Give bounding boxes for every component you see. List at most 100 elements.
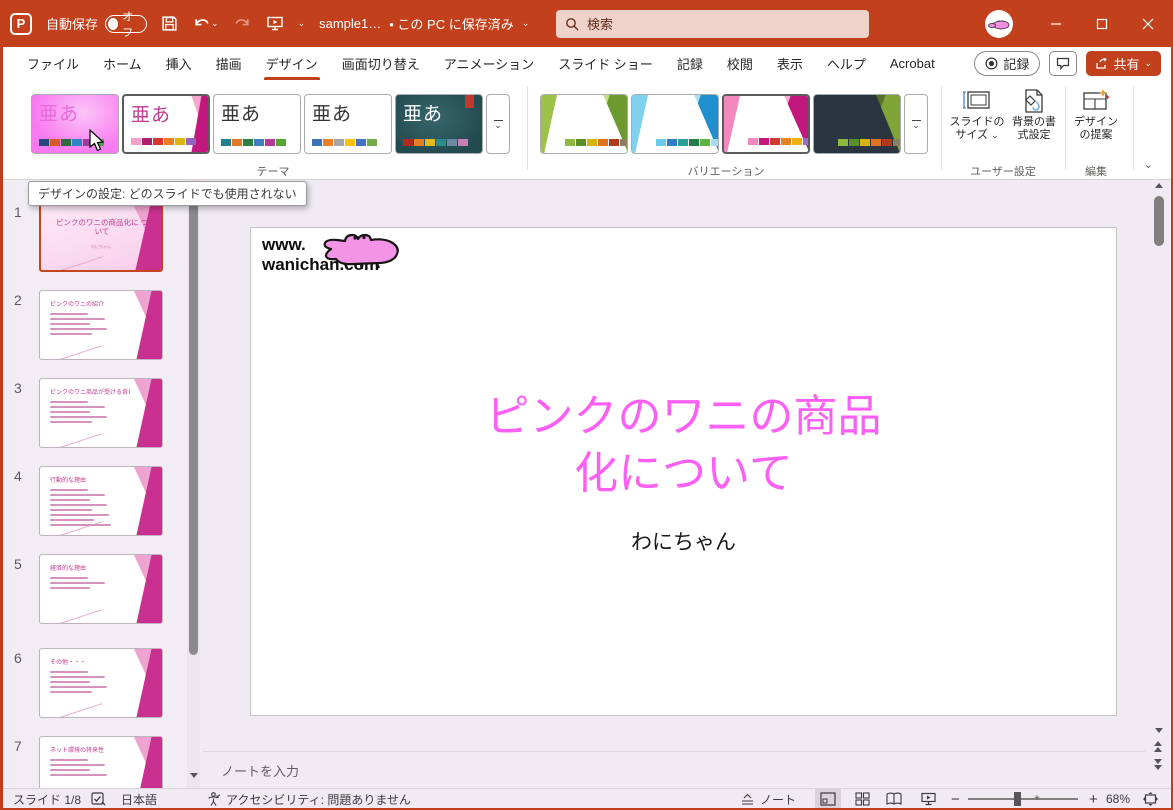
autosave-toggle[interactable]: 自動保存 オフ	[46, 11, 148, 39]
filename: sample1…	[319, 16, 382, 31]
tab-ホーム[interactable]: ホーム	[91, 47, 154, 80]
thumbnail-bullets	[50, 577, 162, 589]
slide-thumbnail-1[interactable]: ピンクのワニの商品化に ついて わにちゃん	[39, 202, 163, 272]
theme-swatches	[131, 138, 196, 145]
group-separator	[1065, 86, 1066, 170]
autosave-switch[interactable]: オフ	[105, 11, 148, 39]
save-icon[interactable]	[161, 15, 178, 32]
notes-pane[interactable]: ノートを入力	[203, 751, 1145, 790]
tab-ファイル[interactable]: ファイル	[15, 47, 91, 80]
close-button[interactable]	[1125, 0, 1171, 47]
wanichan-logo[interactable]: www. wanichan.com	[262, 233, 399, 275]
undo-icon[interactable]: ⌄	[192, 15, 219, 32]
thumbnail-scrollbar[interactable]	[187, 180, 200, 790]
record-button[interactable]: 記録	[974, 51, 1041, 76]
tab-画面切り替え[interactable]: 画面切り替え	[330, 47, 432, 80]
slide-thumbnail-6[interactable]: その他・・・	[39, 648, 163, 718]
slide-thumbnail-4[interactable]: 行動的な理由	[39, 466, 163, 536]
customize-qat-icon[interactable]: ⌄	[298, 18, 306, 29]
tab-表示[interactable]: 表示	[765, 47, 815, 80]
previous-slide-button[interactable]	[1154, 741, 1162, 752]
proofing-icon[interactable]	[91, 789, 106, 809]
slide-sorter-view-button[interactable]	[849, 789, 875, 808]
zoom-slider[interactable]: +	[968, 789, 1078, 809]
tab-描画[interactable]: 描画	[204, 47, 254, 80]
powerpoint-app-icon[interactable]: P	[10, 12, 32, 35]
titlebar-right	[985, 0, 1171, 47]
maximize-button[interactable]	[1079, 0, 1125, 47]
design-ideas-label-2: の提案	[1079, 129, 1113, 141]
slide-thumbnail-row: 4 行動的な理由	[3, 466, 187, 536]
document-title[interactable]: sample1… • この PC に保存済み ⌄	[319, 14, 529, 33]
tab-Acrobat[interactable]: Acrobat	[878, 47, 947, 80]
thumbnail-title: ピンクのワニ商品が受ける背景	[50, 390, 130, 396]
format-background-button[interactable]: 背景の書 式設定	[1006, 88, 1062, 142]
zoom-level[interactable]: 68%	[1106, 789, 1130, 809]
variation-pink-selected[interactable]	[722, 94, 810, 154]
scroll-up-icon[interactable]	[1155, 183, 1163, 188]
collapse-ribbon-icon[interactable]: ⌄	[1144, 158, 1153, 171]
accessibility-icon[interactable]	[207, 789, 220, 809]
normal-view-button[interactable]	[815, 789, 841, 808]
scroll-down-icon[interactable]	[190, 773, 198, 778]
search-input[interactable]	[587, 16, 837, 32]
scrollbar-thumb[interactable]	[1154, 196, 1164, 246]
zoom-in-button[interactable]: +	[1089, 789, 1098, 809]
zoom-track[interactable]: +	[968, 792, 1078, 806]
theme-3[interactable]: 亜あ	[213, 94, 301, 154]
comments-button[interactable]	[1049, 51, 1078, 76]
theme-5[interactable]: 亜あ	[395, 94, 483, 154]
next-slide-button[interactable]	[1154, 759, 1162, 770]
slideshow-view-button[interactable]	[915, 789, 941, 808]
slide-size-button[interactable]: スライドの サイズ ⌄	[949, 88, 1005, 142]
theme-wisp-selected[interactable]: 亜あ	[122, 94, 210, 154]
thumbnail-title: 経済的な理由	[50, 566, 87, 572]
start-slideshow-icon[interactable]	[266, 15, 284, 32]
theme-4[interactable]: 亜あ	[304, 94, 392, 154]
design-ideas-button[interactable]: デザイン の提案	[1068, 88, 1124, 142]
editor-scrollbar[interactable]	[1152, 181, 1166, 781]
slide-subtitle[interactable]: わにちゃん	[251, 526, 1116, 556]
tab-記録[interactable]: 記録	[665, 47, 715, 80]
tab-ヘルプ[interactable]: ヘルプ	[815, 47, 878, 80]
language-indicator[interactable]: 日本語	[121, 789, 157, 809]
tab-アニメーション[interactable]: アニメーション	[432, 47, 546, 80]
user-avatar[interactable]	[985, 9, 1013, 38]
scrollbar-thumb[interactable]	[189, 195, 198, 655]
accessibility-status[interactable]: アクセシビリティ: 問題ありません	[226, 789, 411, 809]
slide-title-line-2: 化について	[574, 449, 793, 498]
slide-thumbnail-7[interactable]: ネット環境の将来性	[39, 736, 163, 788]
title-dropdown-icon[interactable]: ⌄	[522, 18, 530, 29]
themes-more-button[interactable]: ⌄	[486, 94, 510, 154]
notes-toggle-button[interactable]: ノート	[740, 789, 796, 809]
reading-view-button[interactable]	[881, 789, 907, 808]
slide-canvas[interactable]: www. wanichan.com ピンクのワニの商品 化について わにちゃん	[250, 227, 1117, 716]
share-button[interactable]: 共有 ⌄	[1086, 51, 1161, 76]
slide-thumbnail-3[interactable]: ピンクのワニ商品が受ける背景	[39, 378, 163, 448]
undo-dropdown-icon[interactable]: ⌄	[211, 18, 219, 29]
zoom-out-button[interactable]: −	[951, 789, 960, 809]
share-dropdown-icon[interactable]: ⌄	[1144, 58, 1152, 69]
tab-スライド ショー[interactable]: スライド ショー	[546, 47, 665, 80]
notes-toggle-label: ノート	[760, 792, 797, 807]
tab-デザイン[interactable]: デザイン	[254, 47, 330, 80]
theme-swatches	[403, 139, 468, 146]
tab-校閲[interactable]: 校閲	[715, 47, 765, 80]
slide-thumbnail-2[interactable]: ピンクのワニの紹介	[39, 290, 163, 360]
variation-dark[interactable]	[813, 94, 901, 154]
ribbon-tab-row: ファイル ホーム 挿入 描画 デザイン 画面切り替え アニメーション スライド ショー 記録 校閲…	[3, 47, 1171, 80]
scroll-down-icon[interactable]	[1155, 728, 1163, 733]
fit-to-window-button[interactable]	[1143, 789, 1158, 809]
minimize-button[interactable]	[1033, 0, 1079, 47]
zoom-notch: +	[1034, 793, 1040, 804]
variation-blue[interactable]	[631, 94, 719, 154]
zoom-slider-thumb[interactable]	[1014, 792, 1022, 806]
variation-green[interactable]	[540, 94, 628, 154]
variations-more-button[interactable]: ⌄	[904, 94, 928, 154]
slide-thumbnail-5[interactable]: 経済的な理由	[39, 554, 163, 624]
slide-title[interactable]: ピンクのワニの商品 化について	[251, 388, 1116, 502]
slide-size-dropdown-icon: ⌄	[991, 130, 999, 140]
tab-挿入[interactable]: 挿入	[154, 47, 204, 80]
search-bar[interactable]	[556, 10, 869, 38]
slide-indicator[interactable]: スライド 1/8	[13, 789, 81, 809]
